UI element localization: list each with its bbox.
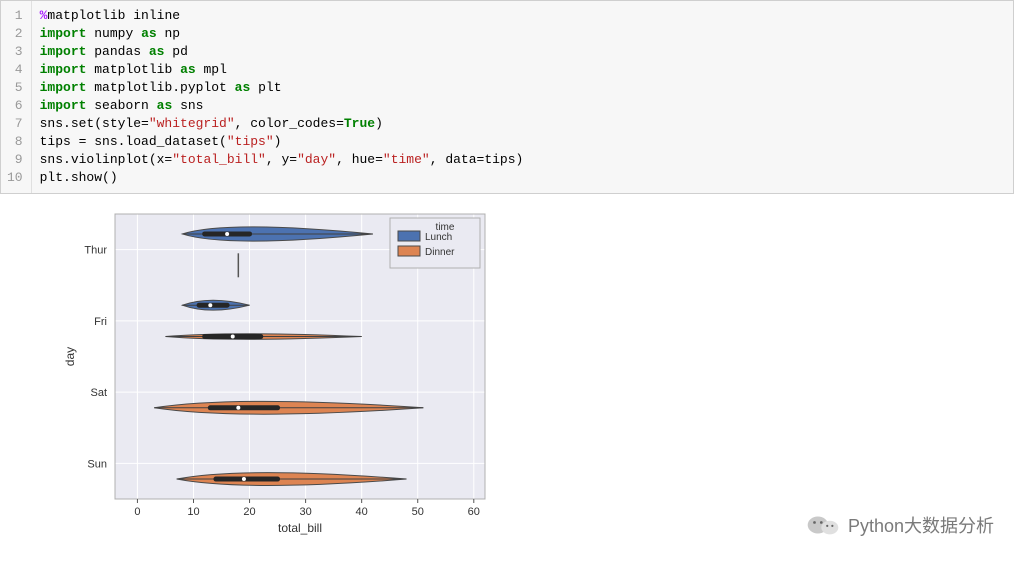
as-kw: as [149, 44, 165, 59]
code-text: sns.violinplot(x= [40, 152, 173, 167]
line-number: 3 [7, 43, 23, 61]
as-kw: as [235, 80, 251, 95]
svg-text:20: 20 [243, 506, 255, 518]
svg-text:Lunch: Lunch [425, 232, 452, 243]
code-cell: 1 2 3 4 5 6 7 8 9 10 %matplotlib inline … [0, 0, 1014, 194]
line-number: 2 [7, 25, 23, 43]
svg-text:Dinner: Dinner [425, 247, 455, 258]
code-text: matplotlib inline [47, 8, 180, 23]
code-text: seaborn [94, 98, 149, 113]
code-text: np [164, 26, 180, 41]
svg-text:30: 30 [299, 506, 311, 518]
code-text: mpl [203, 62, 226, 77]
code-text: plt.show() [40, 170, 118, 185]
svg-text:50: 50 [412, 506, 424, 518]
string-literal: "whitegrid" [149, 116, 235, 131]
string-literal: "time" [383, 152, 430, 167]
code-text: , y= [266, 152, 297, 167]
line-number: 1 [7, 7, 23, 25]
line-number-gutter: 1 2 3 4 5 6 7 8 9 10 [1, 1, 32, 193]
code-text: pandas [94, 44, 141, 59]
chart-output: 0102030405060ThurFriSatSuntotal_billdayt… [60, 204, 1014, 544]
code-text: matplotlib [94, 62, 172, 77]
wechat-icon [806, 513, 840, 537]
svg-text:10: 10 [187, 506, 199, 518]
watermark: Python大数据分析 [806, 512, 994, 538]
line-number: 9 [7, 151, 23, 169]
import-kw: import [40, 80, 87, 95]
svg-text:Sun: Sun [87, 458, 107, 470]
bool-literal: True [344, 116, 375, 131]
code-text: sns.set(style= [40, 116, 149, 131]
line-number: 6 [7, 97, 23, 115]
string-literal: "day" [297, 152, 336, 167]
as-kw: as [180, 62, 196, 77]
code-body: %matplotlib inline import numpy as np im… [32, 1, 1013, 193]
as-kw: as [141, 26, 157, 41]
line-number: 8 [7, 133, 23, 151]
code-text: pd [172, 44, 188, 59]
line-number: 5 [7, 79, 23, 97]
import-kw: import [40, 44, 87, 59]
code-text: tips = sns.load_dataset( [40, 134, 227, 149]
string-literal: "tips" [227, 134, 274, 149]
code-text: sns [180, 98, 203, 113]
string-literal: "total_bill" [172, 152, 266, 167]
svg-text:Fri: Fri [94, 316, 107, 328]
import-kw: import [40, 62, 87, 77]
code-text: ) [274, 134, 282, 149]
svg-text:Thur: Thur [84, 245, 107, 257]
svg-text:Sat: Sat [90, 387, 107, 399]
svg-text:40: 40 [356, 506, 368, 518]
code-text: , hue= [336, 152, 383, 167]
import-kw: import [40, 98, 87, 113]
code-text: , color_codes= [235, 116, 344, 131]
svg-text:0: 0 [134, 506, 140, 518]
code-text: ) [375, 116, 383, 131]
import-kw: import [40, 26, 87, 41]
as-kw: as [157, 98, 173, 113]
watermark-text: Python大数据分析 [848, 512, 994, 538]
svg-text:60: 60 [468, 506, 480, 518]
line-number: 4 [7, 61, 23, 79]
line-number: 7 [7, 115, 23, 133]
code-text: numpy [94, 26, 133, 41]
code-text: plt [258, 80, 281, 95]
svg-text:day: day [63, 347, 77, 366]
code-text: , data=tips) [430, 152, 524, 167]
violin-plot: 0102030405060ThurFriSatSuntotal_billdayt… [60, 204, 500, 544]
svg-text:total_bill: total_bill [278, 521, 322, 535]
code-text: matplotlib.pyplot [94, 80, 227, 95]
line-number: 10 [7, 169, 23, 187]
